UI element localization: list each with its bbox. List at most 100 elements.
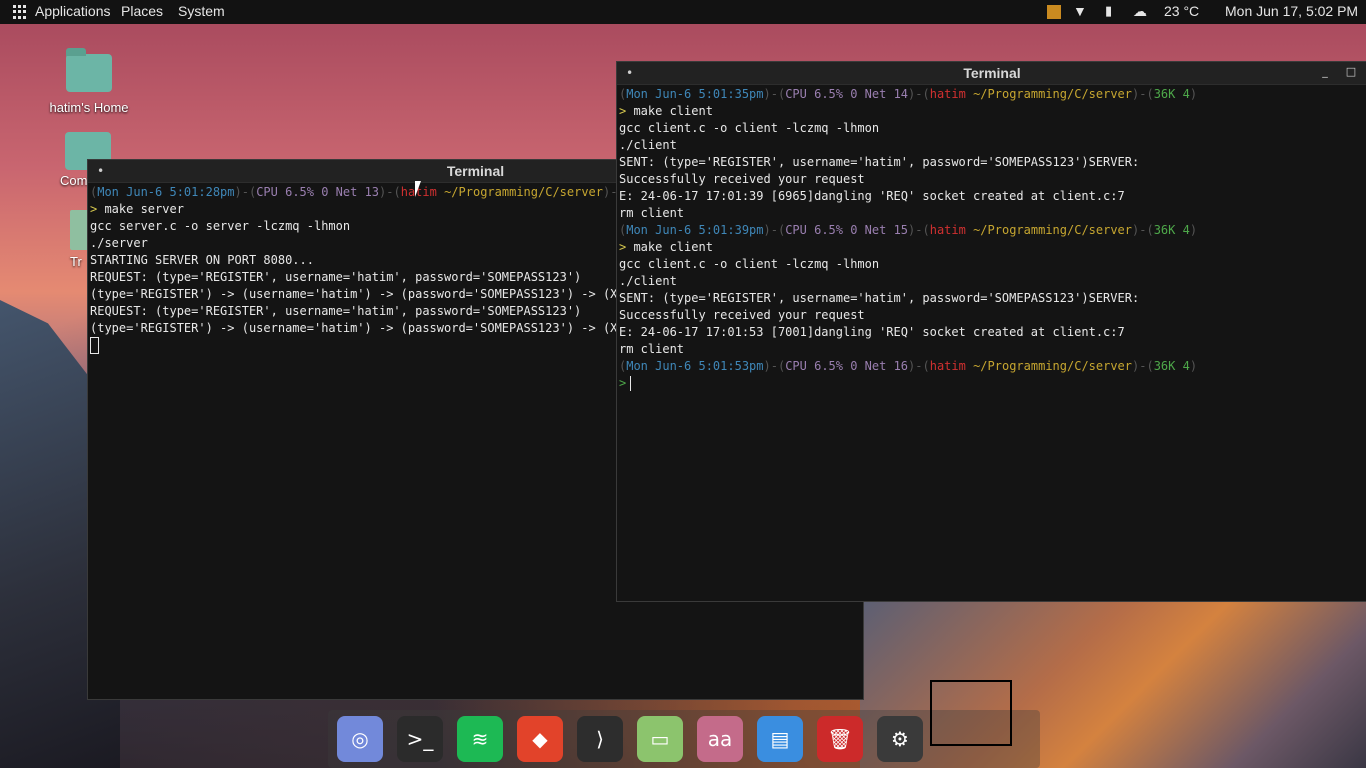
output-line: E: 24-06-17 17:01:53 [7001]dangling 'REQ… xyxy=(619,324,1366,341)
spotify-icon[interactable]: ≋ xyxy=(457,716,503,762)
status-bracket: ) xyxy=(1189,223,1198,237)
output-text: REQUEST: (type='REGISTER', username='hat… xyxy=(90,304,582,318)
home-folder-label: hatim's Home xyxy=(49,100,129,115)
status-cpu: CPU 6.5% 0 Net 15 xyxy=(785,223,909,237)
fonts-icon[interactable]: aa xyxy=(697,716,743,762)
titlebar[interactable]: • Terminal _ □ xyxy=(617,62,1366,85)
output-text: rm client xyxy=(619,206,685,220)
status-cpu: CPU 6.5% 0 Net 14 xyxy=(785,87,909,101)
status-path: ~/Programming/C/server xyxy=(965,223,1133,237)
status-user: hatim xyxy=(929,223,966,237)
finder-icon[interactable]: ▤ xyxy=(757,716,803,762)
output-line: SENT: (type='REGISTER', username='hatim'… xyxy=(619,154,1366,171)
files-icon[interactable]: ▭ xyxy=(637,716,683,762)
output-text: ./server xyxy=(90,236,148,250)
output-line: rm client xyxy=(619,341,1366,358)
output-text: SENT: (type='REGISTER', username='hatim'… xyxy=(619,291,1140,305)
text-cursor xyxy=(630,376,632,391)
output-text: gcc server.c -o server -lczmq -lhmon xyxy=(90,219,351,233)
output-text: Successfully received your request xyxy=(619,308,865,322)
output-text: SENT: (type='REGISTER', username='hatim'… xyxy=(619,155,1140,169)
trash-icon[interactable]: 🗑 xyxy=(817,716,863,762)
home-folder[interactable]: hatim's Home xyxy=(44,48,134,115)
status-bracket: ) xyxy=(1189,87,1198,101)
output-line: ./client xyxy=(619,273,1366,290)
output-text: (type='REGISTER') -> (username='hatim') … xyxy=(90,321,625,335)
output-line: ./client xyxy=(619,137,1366,154)
output-text: gcc client.c -o client -lczmq -lhmon xyxy=(619,121,880,135)
selection-rectangle xyxy=(930,680,1012,746)
status-date: Mon Jun-6 5:01:28pm xyxy=(97,185,235,199)
status-date: Mon Jun-6 5:01:39pm xyxy=(626,223,764,237)
output-line: Successfully received your request xyxy=(619,307,1366,324)
temperature-label[interactable]: 23 °C xyxy=(1164,3,1199,19)
status-bracket: )-( xyxy=(1132,223,1154,237)
status-bracket: )-( xyxy=(379,185,401,199)
output-text: (type='REGISTER') -> (username='hatim') … xyxy=(90,287,625,301)
prompt-status-line: (Mon Jun-6 5:01:39pm)-(CPU 6.5% 0 Net 15… xyxy=(619,222,1366,239)
output-line: rm client xyxy=(619,205,1366,222)
status-bracket: )-( xyxy=(1132,87,1154,101)
discord-icon[interactable]: ◎ xyxy=(337,716,383,762)
status-bracket: ) xyxy=(1189,359,1198,373)
status-bracket: )-( xyxy=(763,359,786,373)
status-bracket: )-( xyxy=(908,87,930,101)
vscode-icon[interactable]: ⟩ xyxy=(577,716,623,762)
status-bracket: )-( xyxy=(908,359,930,373)
output-text: rm client xyxy=(619,342,685,356)
output-text: gcc client.c -o client -lczmq -lhmon xyxy=(619,257,880,271)
wifi-icon[interactable]: ▼ xyxy=(1073,3,1087,19)
applications-menu[interactable]: Applications xyxy=(35,3,111,19)
command-text: make client xyxy=(626,104,713,118)
output-text: REQUEST: (type='REGISTER', username='hat… xyxy=(90,270,582,284)
output-text: STARTING SERVER ON PORT 8080... xyxy=(90,253,314,267)
apps-grid-icon[interactable] xyxy=(13,5,27,19)
gitlab-icon[interactable]: ◆ xyxy=(517,716,563,762)
weather-icon[interactable]: ☁ xyxy=(1133,3,1147,20)
settings-icon[interactable]: ⚙ xyxy=(877,716,923,762)
text-cursor xyxy=(90,337,99,354)
status-user: hatim xyxy=(929,87,966,101)
output-line: SENT: (type='REGISTER', username='hatim'… xyxy=(619,290,1366,307)
command-text: make server xyxy=(97,202,184,216)
status-bracket: )-( xyxy=(234,185,257,199)
status-cpu: CPU 6.5% 0 Net 13 xyxy=(256,185,380,199)
indicator-icon[interactable] xyxy=(1047,5,1061,19)
minimize-icon[interactable]: _ xyxy=(1317,64,1333,80)
status-user: hatim xyxy=(929,359,966,373)
status-path: ~/Programming/C/server xyxy=(965,87,1133,101)
output-line: Successfully received your request xyxy=(619,171,1366,188)
status-cpu: CPU 6.5% 0 Net 16 xyxy=(785,359,909,373)
output-text: ./client xyxy=(619,138,677,152)
home-folder-icon xyxy=(66,48,112,92)
status-bracket: )-( xyxy=(908,223,930,237)
mouse-pointer-icon xyxy=(415,181,427,197)
status-bracket: )-( xyxy=(763,223,786,237)
status-bracket: )-( xyxy=(1132,359,1154,373)
window-title: Terminal xyxy=(963,65,1021,81)
status-path: ~/Programming/C/server xyxy=(436,185,604,199)
input-line[interactable]: > xyxy=(619,375,1366,392)
system-menu[interactable]: System xyxy=(178,3,225,19)
prompt-status-line: (Mon Jun-6 5:01:53pm)-(CPU 6.5% 0 Net 16… xyxy=(619,358,1366,375)
status-size: 36K 4 xyxy=(1153,87,1190,101)
prompt-status-line: (Mon Jun-6 5:01:35pm)-(CPU 6.5% 0 Net 14… xyxy=(619,86,1366,103)
clock[interactable]: Mon Jun 17, 5:02 PM xyxy=(1225,3,1358,19)
terminal-icon[interactable]: >_ xyxy=(397,716,443,762)
maximize-icon[interactable]: □ xyxy=(1343,64,1359,80)
command-line: > make client xyxy=(619,239,1366,256)
battery-icon[interactable]: ▮ xyxy=(1105,3,1112,19)
terminal-window-right[interactable]: • Terminal _ □ (Mon Jun-6 5:01:35pm)-(CP… xyxy=(616,61,1366,602)
places-menu[interactable]: Places xyxy=(121,3,163,19)
prompt-symbol: > xyxy=(619,376,627,390)
status-size: 36K 4 xyxy=(1153,223,1190,237)
output-text: Successfully received your request xyxy=(619,172,865,186)
output-line: gcc client.c -o client -lczmq -lhmon xyxy=(619,256,1366,273)
output-line: gcc client.c -o client -lczmq -lhmon xyxy=(619,120,1366,137)
terminal-output[interactable]: (Mon Jun-6 5:01:35pm)-(CPU 6.5% 0 Net 14… xyxy=(617,85,1366,392)
command-text: make client xyxy=(626,240,713,254)
output-text: ./client xyxy=(619,274,677,288)
output-text: E: 24-06-17 17:01:53 [7001]dangling 'REQ… xyxy=(619,325,1125,339)
status-bracket: )-( xyxy=(763,87,786,101)
output-text: E: 24-06-17 17:01:39 [6965]dangling 'REQ… xyxy=(619,189,1125,203)
